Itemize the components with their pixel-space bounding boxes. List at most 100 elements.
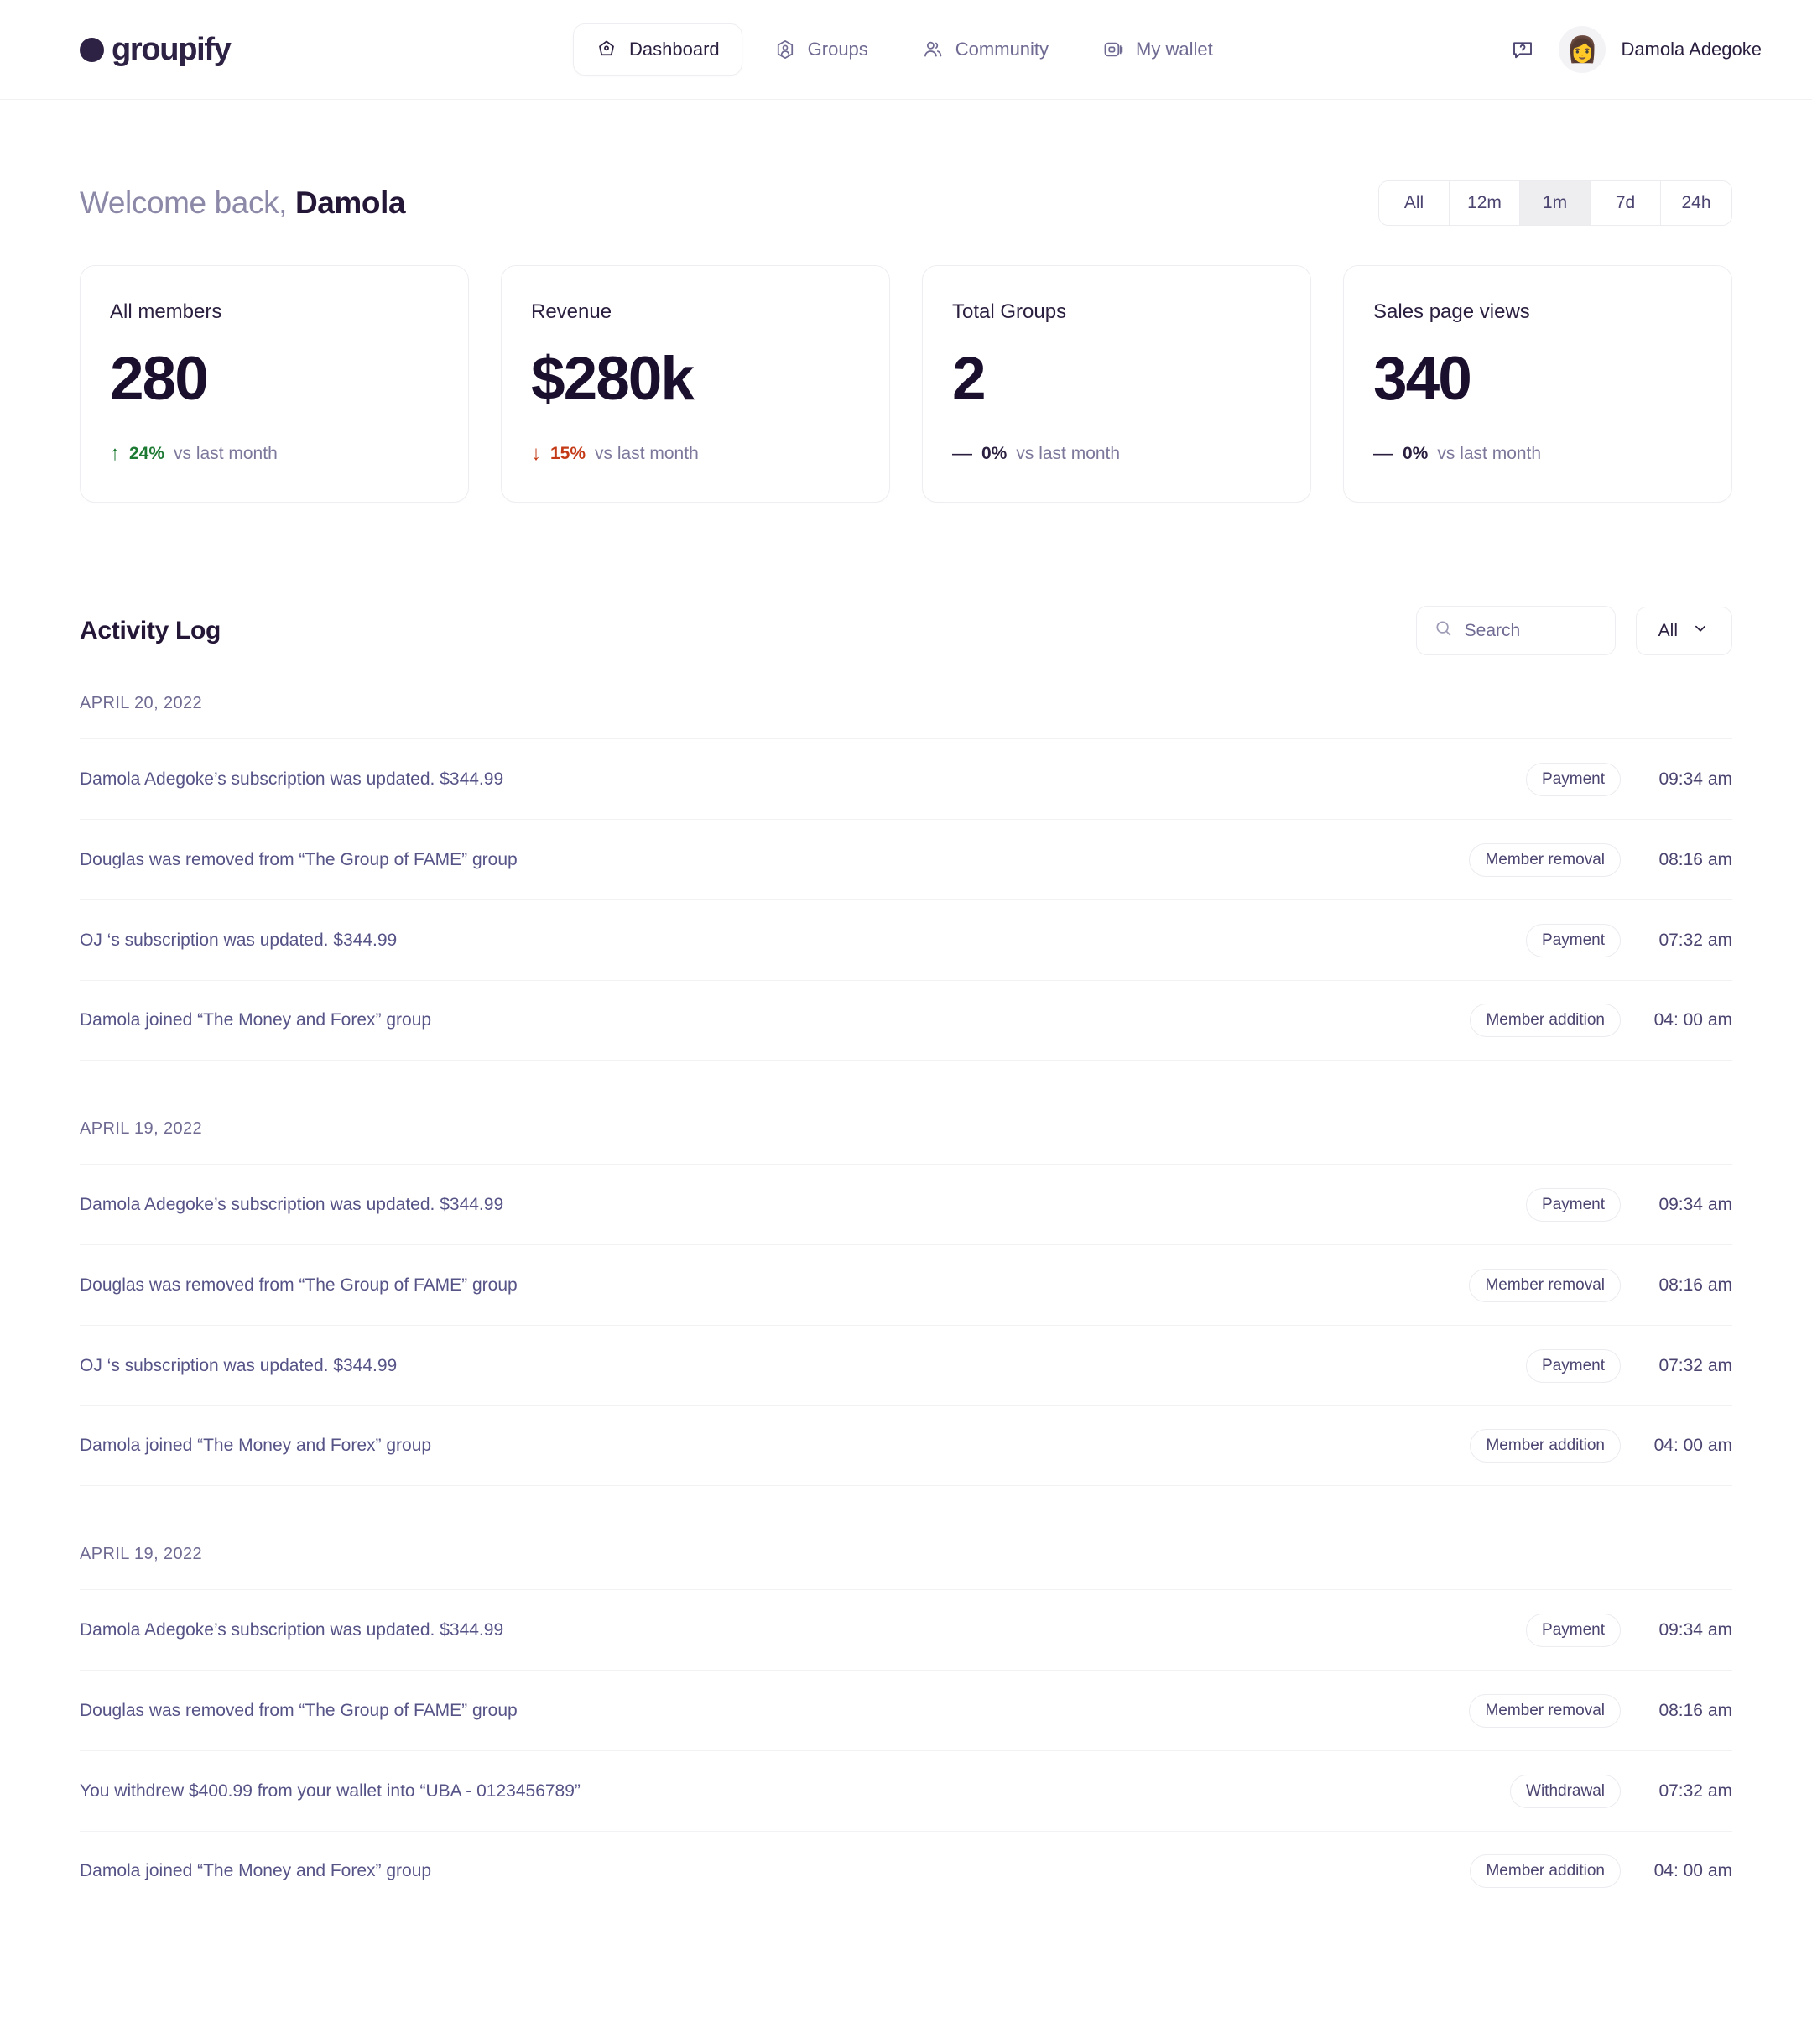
search-input[interactable] [1464,620,1598,641]
activity-log-title: Activity Log [80,616,221,644]
activity-date-label: APRIL 19, 2022 [80,1119,203,1138]
brand-name: groupify [112,31,232,67]
activity-group: APRIL 20, 2022 Damola Adegoke’s subscrip… [80,655,1732,1061]
status-badge: Withdrawal [1510,1774,1621,1808]
range-option-1m[interactable]: 1m [1520,181,1591,225]
activity-text: Douglas was removed from “The Group of F… [80,849,518,869]
nav-item-community[interactable]: Community [900,24,1070,75]
stat-card-revenue: Revenue $280k ↓ 15% vs last month [501,265,890,503]
status-badge: Member removal [1469,1268,1621,1302]
table-row[interactable]: Douglas was removed from “The Group of F… [80,819,1732,899]
trend-flat-icon: — [1373,441,1393,465]
status-badge: Member addition [1470,1429,1621,1463]
activity-time: 08:16 am [1658,1275,1732,1295]
wallet-icon [1102,39,1124,60]
status-badge: Payment [1526,1613,1621,1647]
stat-title: All members [110,300,222,323]
stat-trend: — 0% vs last month [1373,441,1702,465]
stat-change-note: vs last month [1016,443,1121,463]
activity-group: APRIL 19, 2022 Damola Adegoke’s subscrip… [80,1061,1732,1486]
stat-title: Revenue [531,300,612,323]
nav-item-groups[interactable]: Groups [752,24,890,75]
activity-text: Douglas was removed from “The Group of F… [80,1700,518,1720]
activity-time: 07:32 am [1658,1781,1732,1801]
stat-card-sales-page-views: Sales page views 340 — 0% vs last month [1343,265,1732,503]
help-chat-icon[interactable] [1507,34,1539,65]
stat-card-all-members: All members 280 ↑ 24% vs last month [80,265,469,503]
stat-change-note: vs last month [1437,443,1542,463]
user-menu[interactable]: 👩 Damola Adegoke [1559,26,1762,73]
table-row[interactable]: Damola Adegoke’s subscription was update… [80,1164,1732,1244]
range-option-all[interactable]: All [1379,181,1450,225]
page-content: Welcome back, Damola All 12m 1m 7d 24h A… [0,100,1812,1911]
activity-text: Damola joined “The Money and Forex” grou… [80,1010,432,1030]
nav-item-dashboard[interactable]: Dashboard [573,23,742,76]
nav-item-my-wallet[interactable]: My wallet [1080,24,1235,75]
activity-time: 08:16 am [1658,1700,1732,1720]
stat-value: 340 [1373,345,1472,413]
table-row[interactable]: Damola joined “The Money and Forex” grou… [80,1831,1732,1911]
user-name: Damola Adegoke [1621,39,1762,60]
welcome-name: Damola [294,185,406,220]
chevron-down-icon [1691,619,1710,643]
range-option-12m[interactable]: 12m [1450,181,1520,225]
circle-dot-logo-icon [80,37,104,62]
table-row[interactable]: OJ ‘s subscription was updated. $344.99 … [80,899,1732,980]
table-row[interactable]: Damola joined “The Money and Forex” grou… [80,1405,1732,1486]
range-option-24h[interactable]: 24h [1661,181,1731,225]
nav-label-my-wallet: My wallet [1136,39,1213,60]
filter-dropdown[interactable]: All [1635,606,1732,655]
activity-log-header: Activity Log All [80,606,1732,655]
status-badge: Payment [1526,762,1621,796]
stat-value: 2 [952,345,987,413]
activity-text: You withdrew $400.99 from your wallet in… [80,1781,581,1801]
time-range-selector: All 12m 1m 7d 24h [1378,180,1732,226]
stat-title: Sales page views [1373,300,1530,323]
page-title: Welcome back, Damola [80,185,406,221]
user-hexagon-icon [774,39,796,60]
activity-time: 04: 00 am [1653,1010,1732,1030]
stat-trend: ↓ 15% vs last month [531,441,860,465]
table-row[interactable]: Damola joined “The Money and Forex” grou… [80,980,1732,1061]
range-option-7d[interactable]: 7d [1591,181,1661,225]
activity-text: Damola joined “The Money and Forex” grou… [80,1861,432,1880]
status-badge: Member removal [1469,842,1621,877]
welcome-prefix: Welcome back, [80,185,288,220]
brand-logo[interactable]: groupify [80,31,232,68]
nav-label-groups: Groups [807,39,868,60]
activity-text: OJ ‘s subscription was updated. $344.99 [80,1355,398,1375]
stat-change: 15% [550,443,586,463]
nav-label-community: Community [955,39,1049,60]
status-badge: Payment [1526,1348,1621,1383]
activity-group: APRIL 19, 2022 Damola Adegoke’s subscrip… [80,1486,1732,1911]
stat-trend: ↑ 24% vs last month [110,443,439,464]
activity-time: 09:34 am [1658,769,1732,789]
search-box[interactable] [1415,606,1616,655]
status-badge: Member addition [1470,1004,1621,1037]
activity-text: Damola Adegoke’s subscription was update… [80,1619,504,1640]
stat-value: 280 [110,345,209,413]
table-row[interactable]: Damola Adegoke’s subscription was update… [80,738,1732,819]
main-navigation: Dashboard Groups Community My wallet [573,23,1235,76]
stat-cards: All members 280 ↑ 24% vs last month Reve… [80,265,1732,503]
table-row[interactable]: You withdrew $400.99 from your wallet in… [80,1750,1732,1831]
welcome-row: Welcome back, Damola All 12m 1m 7d 24h [80,100,1732,226]
status-badge: Member addition [1470,1854,1621,1888]
activity-time: 07:32 am [1658,930,1732,950]
avatar-emoji: 👩 [1566,35,1599,64]
table-row[interactable]: Damola Adegoke’s subscription was update… [80,1589,1732,1670]
status-badge: Payment [1526,923,1621,957]
stat-change: 0% [1403,443,1429,463]
stat-change-note: vs last month [595,443,699,463]
status-badge: Member removal [1469,1693,1621,1728]
activity-time: 04: 00 am [1653,1436,1732,1455]
status-badge: Payment [1526,1187,1621,1222]
activity-time: 09:34 am [1658,1194,1732,1214]
table-row[interactable]: Douglas was removed from “The Group of F… [80,1670,1732,1750]
trend-flat-icon: — [952,441,972,465]
activity-text: Damola joined “The Money and Forex” grou… [80,1436,432,1455]
stat-card-total-groups: Total Groups 2 — 0% vs last month [922,265,1311,503]
trend-down-icon: ↓ [531,441,541,465]
table-row[interactable]: Douglas was removed from “The Group of F… [80,1244,1732,1325]
table-row[interactable]: OJ ‘s subscription was updated. $344.99 … [80,1325,1732,1405]
